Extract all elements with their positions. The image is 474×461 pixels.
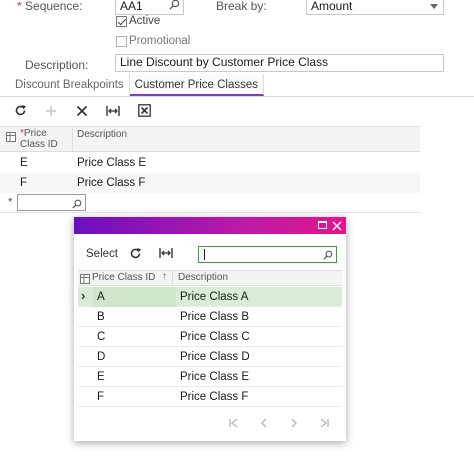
fit-to-screen-button[interactable] (159, 247, 173, 262)
cell-price-class-id: E (20, 157, 28, 169)
fit-width-icon (106, 104, 120, 120)
column-header-description[interactable]: Description (77, 129, 127, 140)
select-button[interactable]: Select (86, 248, 118, 260)
column-settings-icon[interactable] (80, 273, 90, 287)
list-item[interactable]: E Price Class E (78, 367, 342, 387)
cell-price-class-id: F (20, 177, 28, 189)
sequence-value: AA1 (120, 0, 143, 13)
cell-price-class-id: F (97, 391, 105, 403)
column-header-price-class-id[interactable]: *Price Class ID (20, 128, 70, 150)
tab-divider (0, 96, 474, 97)
column-divider (72, 127, 73, 151)
list-item[interactable]: D Price Class D (78, 347, 342, 367)
price-class-id-input[interactable] (17, 194, 86, 211)
next-page-icon[interactable] (288, 417, 300, 432)
previous-page-icon[interactable] (258, 417, 270, 432)
refresh-icon (129, 248, 142, 263)
cell-description: Price Class E (77, 157, 147, 169)
cell-price-class-id: D (97, 351, 106, 363)
active-label: Active (129, 15, 161, 27)
promotional-checkbox[interactable] (116, 36, 127, 47)
search-icon[interactable] (169, 0, 180, 14)
maximize-icon[interactable] (318, 221, 327, 229)
column-header-price-class-id[interactable]: Price Class ID (92, 272, 155, 283)
add-row-button[interactable] (40, 101, 62, 123)
last-page-icon[interactable] (318, 417, 330, 432)
promotional-label: Promotional (129, 35, 191, 47)
export-excel-button[interactable] (133, 101, 155, 123)
break-by-value: Amount (311, 0, 353, 13)
first-page-icon[interactable] (228, 417, 240, 432)
list-item[interactable]: C Price Class C (78, 327, 342, 347)
dialog-title-bar[interactable] (74, 217, 346, 234)
new-row-marker: * (8, 197, 13, 209)
column-settings-icon[interactable] (6, 131, 16, 145)
close-icon (76, 104, 88, 120)
table-row[interactable]: E Price Class E (0, 153, 420, 173)
cell-description: Price Class F (180, 391, 249, 403)
search-icon[interactable] (72, 196, 82, 216)
cell-price-class-id: C (97, 331, 106, 343)
close-icon[interactable] (332, 220, 342, 234)
cell-price-class-id: B (97, 311, 105, 323)
cell-description: Price Class F (77, 177, 146, 189)
refresh-button[interactable] (129, 247, 142, 263)
tab-bar: Discount Breakpoints Customer Price Clas… (10, 74, 265, 96)
cell-price-class-id: E (97, 371, 105, 383)
description-value: Line Discount by Customer Price Class (120, 55, 329, 69)
cell-price-class-id: A (93, 287, 176, 307)
grid-header: *Price Class ID Description (0, 126, 420, 152)
cell-description: Price Class C (180, 331, 250, 343)
fit-to-screen-button[interactable] (102, 101, 124, 123)
table-row[interactable]: F Price Class F (0, 173, 420, 193)
sort-ascending-icon: ↑ (162, 271, 167, 282)
search-input[interactable] (198, 246, 337, 263)
break-by-label: Break by: (216, 0, 267, 13)
chevron-down-icon (430, 4, 438, 9)
tab-customer-price-classes[interactable]: Customer Price Classes (129, 74, 265, 96)
description-label: Description: (25, 58, 89, 72)
sequence-field[interactable]: AA1 (115, 0, 184, 15)
current-row-marker: › (81, 288, 86, 303)
refresh-button[interactable] (9, 101, 31, 123)
list-item[interactable]: B Price Class B (78, 307, 342, 327)
description-field[interactable]: Line Discount by Customer Price Class (115, 54, 444, 72)
new-row[interactable]: * (0, 193, 420, 213)
column-divider (172, 271, 173, 285)
search-icon[interactable] (323, 249, 333, 263)
delete-row-button[interactable] (71, 101, 93, 123)
active-checkbox[interactable] (116, 16, 127, 27)
tab-discount-breakpoints[interactable]: Discount Breakpoints (10, 74, 130, 96)
price-class-selector-dialog: Select Price Class ID ↑ Description › A … (74, 217, 346, 441)
list-item[interactable]: F Price Class F (78, 387, 342, 407)
cell-description: Price Class E (180, 371, 250, 383)
fit-width-icon (159, 248, 173, 262)
cell-description: Price Class D (180, 351, 250, 363)
refresh-icon (14, 104, 27, 120)
text-cursor (204, 249, 205, 260)
excel-icon (137, 104, 151, 120)
cell-description: Price Class B (180, 311, 250, 323)
cell-description: Price Class A (180, 291, 249, 303)
break-by-select[interactable]: Amount (306, 0, 444, 15)
list-item[interactable]: › A Price Class A (78, 287, 342, 307)
sequence-label: * Sequence: (17, 0, 83, 13)
dialog-grid-header: Price Class ID ↑ Description (78, 270, 342, 286)
plus-icon (45, 104, 57, 120)
column-header-description[interactable]: Description (178, 272, 228, 283)
